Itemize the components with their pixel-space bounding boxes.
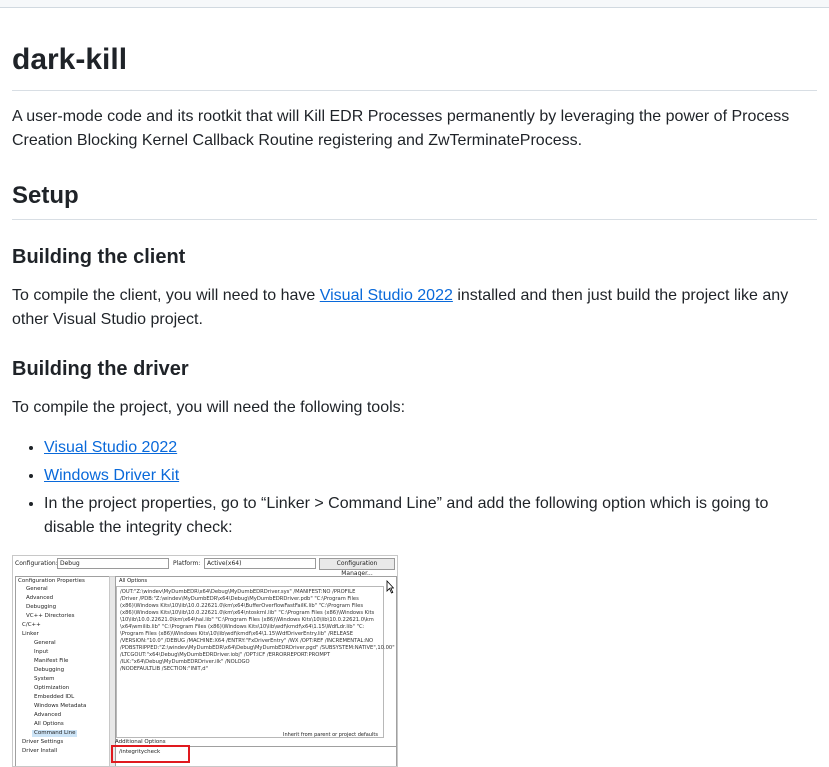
visual-studio-link[interactable]: Visual Studio 2022: [320, 287, 453, 304]
linker-settings-screenshot: Configuration: Debug Platform: Active(x6…: [12, 555, 398, 767]
tree-item: Advanced: [34, 712, 62, 718]
command-line: (x86)\Windows Kits\10\lib\10.0.22621.0\k…: [120, 603, 364, 609]
client-heading: Building the client: [12, 246, 186, 268]
tree-item: General: [26, 586, 48, 592]
driver-intro: To compile the project, you will need th…: [12, 399, 406, 416]
command-line: \Program Files (x86)\Windows Kits\10\lib…: [120, 631, 353, 637]
tree-item: Advanced: [26, 595, 54, 601]
readme-content: dark-kill A user-mode code and its rootk…: [12, 8, 817, 767]
list-item: Visual Studio 2022: [44, 436, 817, 460]
configuration-label: Configuration:: [15, 560, 58, 567]
command-line: (x86)\Windows Kits\10\lib\10.0.22621.0\k…: [120, 610, 375, 616]
top-bar: [0, 0, 829, 8]
tree-item: All Options: [34, 721, 64, 727]
visual-studio-2022-link[interactable]: Visual Studio 2022: [44, 439, 177, 456]
property-tree: Configuration Properties General Advance…: [15, 576, 110, 766]
tree-item: Optimization: [34, 685, 70, 691]
command-line-box: /OUT:"Z:\windev\MyDumbEDR\x64\Debug\MyDu…: [116, 586, 395, 738]
platform-label: Platform:: [173, 560, 201, 567]
tree-item-selected: Command Line: [32, 730, 78, 737]
tree-item: Driver Install: [22, 748, 58, 754]
command-line: /VERSION:"10.0" /DEBUG /MACHINE:X64 /ENT…: [120, 638, 374, 644]
all-options-label: All Options: [119, 578, 148, 584]
command-line: /PDBSTRIPPED:"Z:\windev\MyDumbEDR\x64\De…: [120, 645, 395, 651]
page-title: dark-kill: [12, 8, 817, 91]
highlight-box: [111, 745, 190, 763]
tree-item: Input: [34, 649, 49, 655]
tree-item: Debugging: [34, 667, 65, 673]
command-line: \10\lib\10.0.22621.0\km\x64\hal.lib" "C:…: [120, 617, 374, 623]
command-line: /OUT:"Z:\windev\MyDumbEDR\x64\Debug\MyDu…: [120, 589, 356, 595]
tree-item: C/C++: [22, 622, 41, 628]
list-item: In the project properties, go to “Linker…: [44, 492, 817, 540]
configuration-combo: Debug: [57, 558, 169, 569]
command-line: /ILK:"x64\Debug\MyDumbEDRDriver.ilk" /NO…: [120, 659, 250, 665]
tree-item: System: [34, 676, 55, 682]
tree-item: Debugging: [26, 604, 57, 610]
platform-combo: Active(x64): [204, 558, 316, 569]
command-line: \x64\wmilib.lib" "C:\Program Files (x86)…: [120, 624, 365, 630]
list-item: Windows Driver Kit: [44, 464, 817, 488]
command-line: /NODEFAULTLIB /SECTION:"INIT,d": [120, 666, 208, 672]
command-line-panel: All Options /OUT:"Z:\windev\MyDumbEDR\x6…: [115, 576, 397, 748]
client-text-before: To compile the client, you will need to …: [12, 287, 320, 304]
command-line: /Driver /PDB:"Z:\windev\MyDumbEDR\x64\De…: [120, 596, 359, 602]
tree-item: Configuration Properties: [18, 578, 85, 584]
driver-heading: Building the driver: [12, 358, 189, 380]
tree-item: Windows Metadata: [34, 703, 87, 709]
inherit-label: Inherit from parent or project defaults: [283, 732, 378, 738]
tree-item: Driver Settings: [22, 739, 64, 745]
mouse-cursor-icon: [386, 580, 394, 594]
windows-driver-kit-link[interactable]: Windows Driver Kit: [44, 467, 179, 484]
tree-item: General: [34, 640, 56, 646]
tools-list: Visual Studio 2022 Windows Driver Kit In…: [12, 436, 817, 540]
client-paragraph: To compile the client, you will need to …: [12, 284, 817, 332]
tree-item: Embedded IDL: [34, 694, 75, 700]
configuration-manager-button: Configuration Manager...: [319, 558, 395, 577]
setup-heading: Setup: [12, 181, 817, 220]
linker-instruction: In the project properties, go to “Linker…: [44, 495, 769, 536]
tree-item: VC++ Directories: [26, 613, 75, 619]
tree-item: Manifest File: [34, 658, 69, 664]
intro-paragraph: A user-mode code and its rootkit that wi…: [12, 108, 790, 149]
tree-item: Linker: [22, 631, 39, 637]
command-line: /LTCGOUT:"x64\Debug\MyDumbEDRDriver.iobj…: [120, 652, 331, 658]
